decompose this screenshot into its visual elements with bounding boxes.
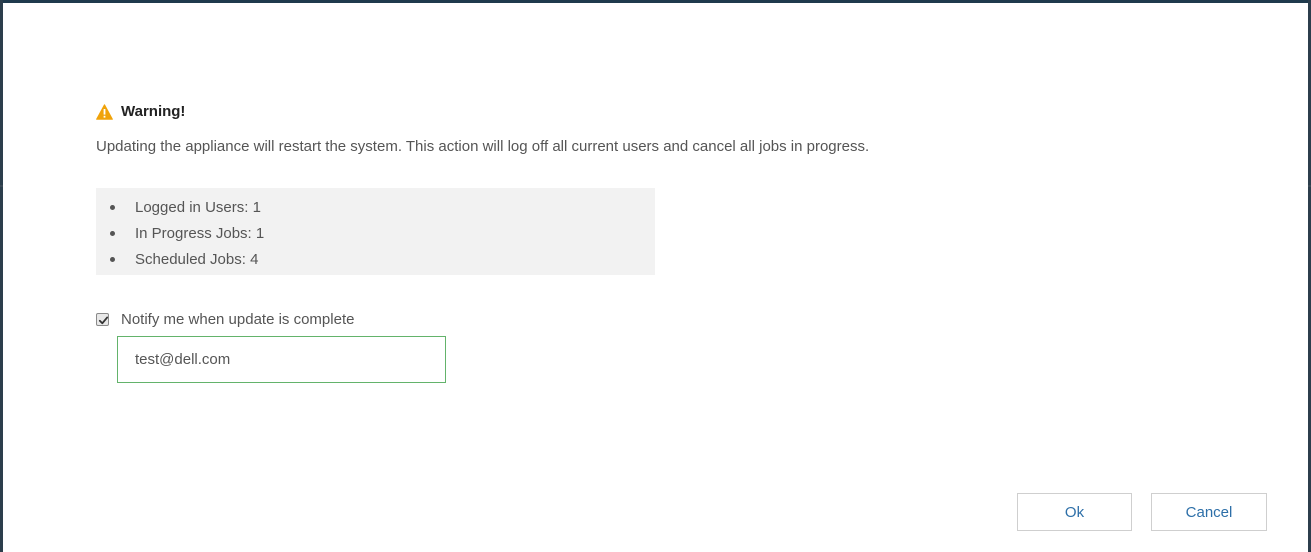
notify-checkbox[interactable] <box>96 313 109 326</box>
warning-header: Warning! <box>96 103 185 120</box>
warning-title: Warning! <box>121 103 186 120</box>
warning-message: Updating the appliance will restart the … <box>96 138 870 155</box>
ok-button[interactable]: Ok <box>1017 493 1132 531</box>
update-confirmation-dialog: Warning! Updating the appliance will res… <box>3 3 1308 552</box>
bullet-icon <box>110 256 115 262</box>
cancel-button[interactable]: Cancel <box>1151 493 1267 531</box>
list-item-scheduled-jobs: Scheduled Jobs: 4 <box>96 246 655 272</box>
notify-label[interactable]: Notify me when update is complete <box>121 311 354 328</box>
system-summary-list: Logged in Users: 1 In Progress Jobs: 1 S… <box>96 194 655 272</box>
app-frame: Warning! Updating the appliance will res… <box>0 0 1311 552</box>
notify-option-row: Notify me when update is complete <box>96 311 354 328</box>
list-item-logged-in-users: Logged in Users: 1 <box>96 194 655 220</box>
email-field[interactable] <box>117 336 446 383</box>
bullet-icon <box>110 204 115 210</box>
system-summary-box: Logged in Users: 1 In Progress Jobs: 1 S… <box>96 188 655 275</box>
list-item-in-progress-jobs: In Progress Jobs: 1 <box>96 220 655 246</box>
list-item-label: Scheduled Jobs: 4 <box>135 250 259 268</box>
list-item-label: Logged in Users: 1 <box>135 198 261 216</box>
bullet-icon <box>110 230 115 236</box>
list-item-label: In Progress Jobs: 1 <box>135 224 265 242</box>
checkmark-icon <box>98 316 109 325</box>
warning-triangle-icon <box>96 103 113 120</box>
